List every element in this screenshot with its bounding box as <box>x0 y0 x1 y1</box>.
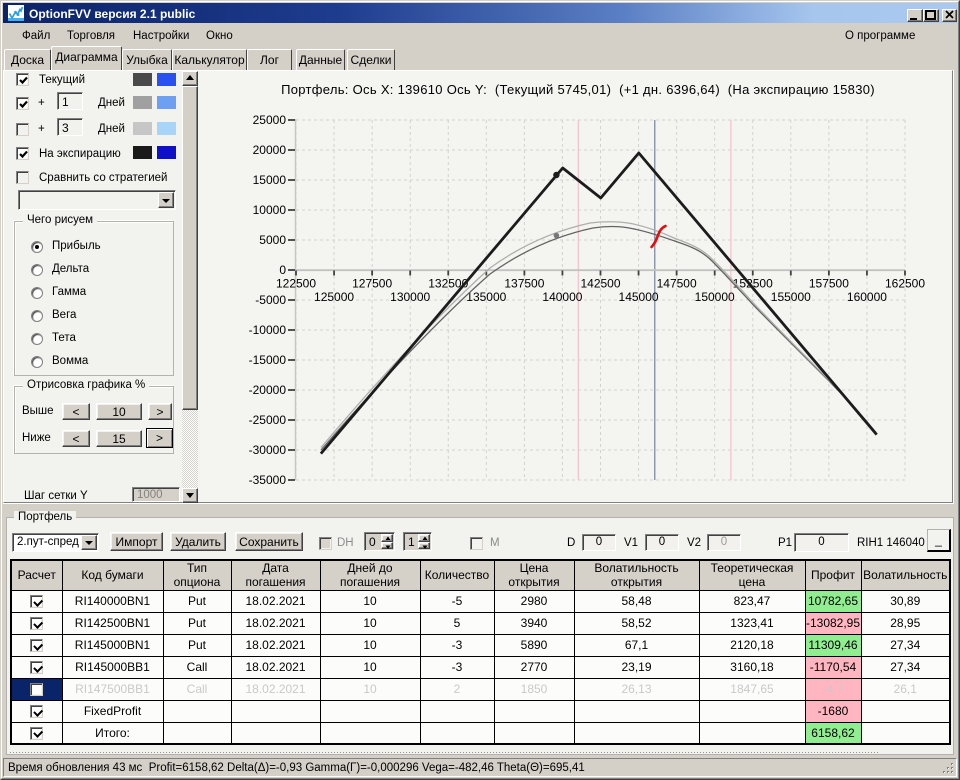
svg-text:130000: 130000 <box>390 290 430 304</box>
svg-text:137500: 137500 <box>504 277 544 291</box>
svg-text:125000: 125000 <box>314 290 354 304</box>
svg-text:160000: 160000 <box>847 290 887 304</box>
svg-text:140000: 140000 <box>542 290 582 304</box>
svg-text:25000: 25000 <box>253 113 287 127</box>
svg-text:-35000: -35000 <box>249 473 287 487</box>
svg-text:162500: 162500 <box>885 277 925 291</box>
svg-text:157500: 157500 <box>809 277 849 291</box>
svg-text:147500: 147500 <box>657 277 697 291</box>
svg-text:155000: 155000 <box>771 290 811 304</box>
svg-text:20000: 20000 <box>253 143 287 157</box>
svg-text:-25000: -25000 <box>249 413 287 427</box>
svg-text:Портфель: Ось X: 139610 Ось Y:: Портфель: Ось X: 139610 Ось Y: (Текущий … <box>281 82 875 97</box>
svg-text:145000: 145000 <box>619 290 659 304</box>
svg-text:10000: 10000 <box>253 203 287 217</box>
svg-text:127500: 127500 <box>352 277 392 291</box>
svg-text:5000: 5000 <box>259 233 286 247</box>
svg-text:-10000: -10000 <box>249 323 287 337</box>
svg-text:142500: 142500 <box>580 277 620 291</box>
svg-text:122500: 122500 <box>276 277 316 291</box>
svg-text:-30000: -30000 <box>249 443 287 457</box>
svg-text:0: 0 <box>279 263 286 277</box>
svg-text:135000: 135000 <box>466 290 506 304</box>
svg-text:15000: 15000 <box>253 173 287 187</box>
svg-text:150000: 150000 <box>695 290 735 304</box>
svg-text:-15000: -15000 <box>249 353 287 367</box>
svg-text:-5000: -5000 <box>255 293 286 307</box>
svg-text:-20000: -20000 <box>249 383 287 397</box>
